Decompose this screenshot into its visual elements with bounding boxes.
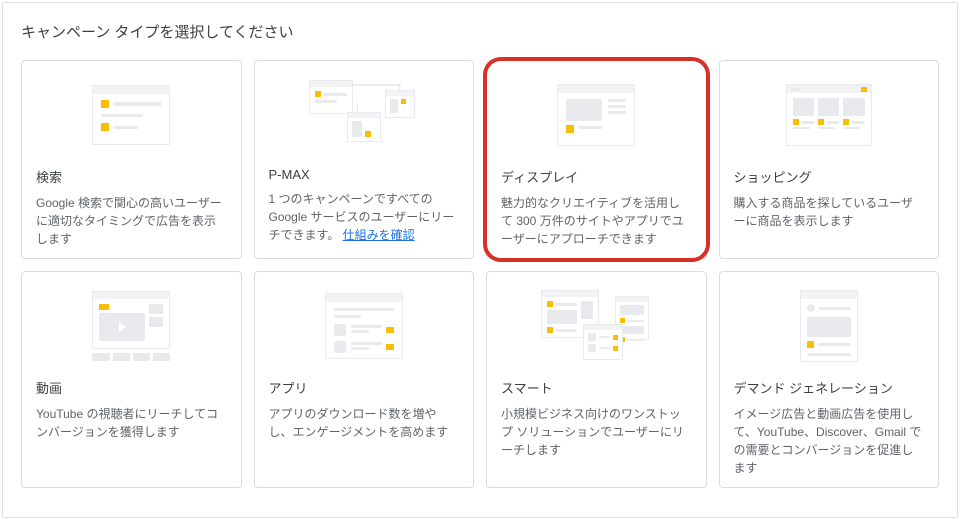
app-icon xyxy=(269,286,460,366)
page-title: キャンペーン タイプを選択してください xyxy=(21,21,939,42)
card-title: 検索 xyxy=(36,167,227,186)
campaign-card-shopping[interactable]: ショッピング 購入する商品を探しているユーザーに商品を表示します xyxy=(719,60,940,259)
card-description: YouTube の視聴者にリーチしてコンバージョンを獲得します xyxy=(36,405,227,441)
card-description: 魅力的なクリエイティブを活用して 300 万件のサイトやアプリでユーザーにアプロ… xyxy=(501,194,692,248)
card-description: イメージ広告と動画広告を使用して、YouTube、Discover、Gmail … xyxy=(734,405,925,477)
card-title: P-MAX xyxy=(269,167,460,182)
campaign-card-video[interactable]: 動画 YouTube の視聴者にリーチしてコンバージョンを獲得します xyxy=(21,271,242,488)
demand-gen-icon xyxy=(734,286,925,366)
card-title: 動画 xyxy=(36,378,227,397)
campaign-type-selector: キャンペーン タイプを選択してください 検索 Google 検索で関心の高いユー… xyxy=(2,2,958,518)
campaign-card-search[interactable]: 検索 Google 検索で関心の高いユーザーに適切なタイミングで広告を表示します xyxy=(21,60,242,259)
pmax-icon xyxy=(269,75,460,155)
video-icon xyxy=(36,286,227,366)
campaign-card-app[interactable]: アプリ アプリのダウンロード数を増やし、エンゲージメントを高めます xyxy=(254,271,475,488)
campaign-card-demand-gen[interactable]: デマンド ジェネレーション イメージ広告と動画広告を使用して、YouTube、D… xyxy=(719,271,940,488)
campaign-card-pmax[interactable]: P-MAX 1 つのキャンペーンですべての Google サービスのユーザーにリ… xyxy=(254,60,475,259)
card-description: 1 つのキャンペーンですべての Google サービスのユーザーにリーチできます… xyxy=(269,190,460,244)
card-description: Google 検索で関心の高いユーザーに適切なタイミングで広告を表示します xyxy=(36,194,227,248)
card-title: デマンド ジェネレーション xyxy=(734,378,925,397)
smart-icon xyxy=(501,286,692,366)
campaign-card-smart[interactable]: スマート 小規模ビジネス向けのワンストップ ソリューションでユーザーにリーチしま… xyxy=(486,271,707,488)
campaign-cards-grid: 検索 Google 検索で関心の高いユーザーに適切なタイミングで広告を表示します xyxy=(21,60,939,488)
card-description: 購入する商品を探しているユーザーに商品を表示します xyxy=(734,194,925,230)
search-icon xyxy=(36,75,227,155)
card-title: アプリ xyxy=(269,378,460,397)
card-title: ディスプレイ xyxy=(501,167,692,186)
card-description: アプリのダウンロード数を増やし、エンゲージメントを高めます xyxy=(269,405,460,441)
shopping-icon xyxy=(734,75,925,155)
card-title: スマート xyxy=(501,378,692,397)
card-title: ショッピング xyxy=(734,167,925,186)
display-icon xyxy=(501,75,692,155)
campaign-card-display[interactable]: ディスプレイ 魅力的なクリエイティブを活用して 300 万件のサイトやアプリでユ… xyxy=(486,60,707,259)
card-description: 小規模ビジネス向けのワンストップ ソリューションでユーザーにリーチします xyxy=(501,405,692,459)
pmax-learn-more-link[interactable]: 仕組みを確認 xyxy=(343,228,415,242)
